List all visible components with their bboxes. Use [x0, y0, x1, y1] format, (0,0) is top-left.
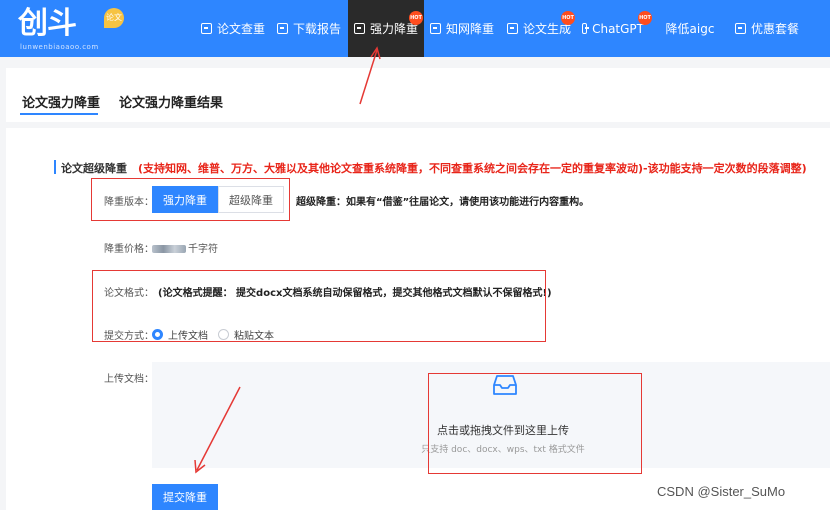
tab-rewrite-results[interactable]: 论文强力降重结果: [119, 92, 223, 111]
active-tab-indicator: [20, 113, 98, 115]
nav-item-reduce-aigc[interactable]: 降低aigc: [664, 0, 716, 57]
nav-item-paper-generate[interactable]: 论文生成 HOT: [506, 0, 575, 57]
logo-text: 创斗: [18, 6, 77, 41]
image-icon: [430, 23, 441, 34]
site-logo[interactable]: 创斗 论文 lunwenbiaoaoo.com: [18, 6, 128, 51]
version-description: 超级降重：如果有“借鉴”往届论文，请使用该功能进行内容重构。: [296, 197, 590, 208]
annotation-box-version: [91, 178, 290, 221]
tabs-panel: 论文强力降重 论文强力降重结果: [6, 68, 830, 122]
top-navigation-bar: 创斗 论文 lunwenbiaoaoo.com 论文查重 下载报告 强力降重 H…: [0, 0, 830, 57]
nav-label: 下载报告: [292, 22, 341, 36]
annotation-box-upload: [428, 373, 642, 474]
nav-label: 降低aigc: [665, 22, 715, 36]
nav-item-download-report[interactable]: 下载报告: [274, 0, 344, 57]
nav-item-chatgpt[interactable]: ChatGPT HOT: [582, 0, 652, 57]
logo-subtitle: lunwenbiaoaoo.com: [20, 43, 99, 51]
nav-item-paper-check[interactable]: 论文查重: [200, 0, 266, 57]
csdn-watermark: CSDN @Sister_SuMo: [657, 484, 786, 499]
nav-item-strong-rewrite[interactable]: 强力降重 HOT: [348, 0, 424, 57]
upload-label: 上传文档：: [104, 374, 154, 385]
hot-badge: HOT: [561, 11, 575, 25]
nav-item-cnki-rewrite[interactable]: 知网降重: [430, 0, 494, 57]
section-title: 论文超级降重: [61, 162, 127, 175]
download-icon: [276, 23, 288, 34]
tab-strong-rewrite[interactable]: 论文强力降重: [22, 92, 100, 111]
annotation-box-format: [92, 270, 546, 342]
nav-label: 知网降重: [445, 22, 494, 36]
price-value: 千字符: [152, 240, 218, 255]
chat-icon: [582, 23, 590, 34]
price-blurred-amount: [152, 245, 186, 253]
hot-badge: HOT: [409, 11, 423, 25]
nav-label: 论文查重: [216, 22, 265, 36]
logo-badge: 论文: [104, 8, 124, 28]
submit-rewrite-button[interactable]: 提交降重: [152, 484, 218, 510]
price-label: 降重价格：: [104, 244, 154, 255]
hot-badge: HOT: [638, 11, 652, 25]
nav-label: 优惠套餐: [750, 22, 799, 36]
price-unit: 千字符: [188, 244, 218, 255]
section-note: (支持知网、维普、万方、大雅以及其他论文查重系统降重，不同查重系统之间会存在一定…: [138, 162, 807, 175]
document-generate-icon: [506, 23, 518, 34]
gift-icon: [734, 23, 746, 34]
nav-label: ChatGPT: [592, 21, 644, 36]
document-check-icon: [200, 23, 212, 34]
rewrite-icon: [353, 23, 365, 34]
nav-item-discount-package[interactable]: 优惠套餐: [734, 0, 800, 57]
section-marker: [54, 160, 56, 174]
